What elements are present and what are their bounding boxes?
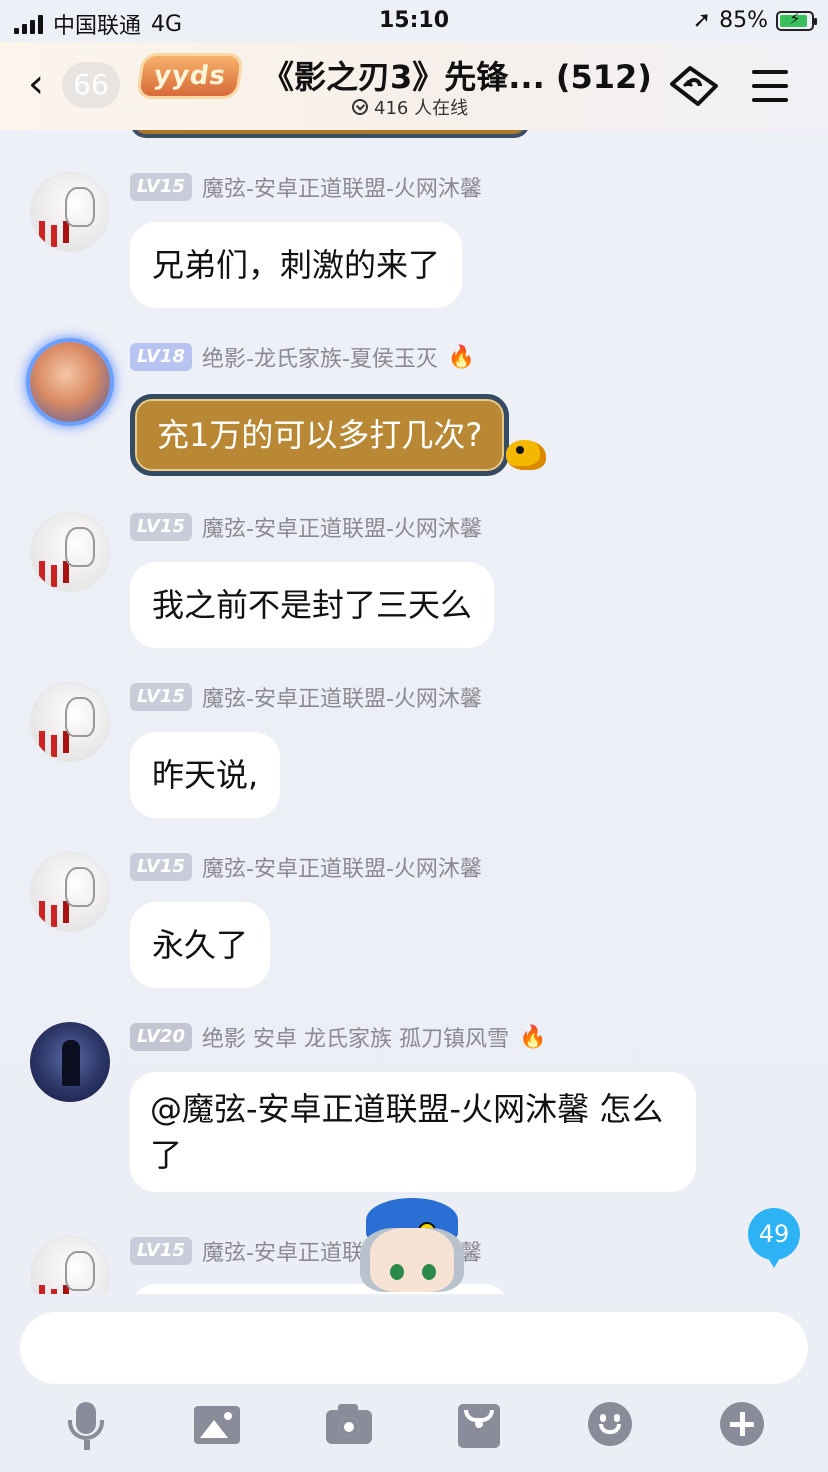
bird-sticker-icon	[506, 440, 546, 470]
avatar[interactable]	[30, 1022, 110, 1102]
avatar[interactable]	[30, 342, 110, 422]
sender-meta: LV15 魔弦-安卓正道联盟-火网沐馨	[130, 172, 482, 202]
message-bubble[interactable]: 兄弟们，刺激的来了	[130, 222, 463, 308]
camera-icon[interactable]	[324, 1398, 378, 1452]
sender-name[interactable]: 绝影-龙氏家族-夏侯玉灭	[202, 341, 438, 373]
avatar[interactable]	[30, 852, 110, 932]
red-packet-icon[interactable]	[454, 1398, 508, 1452]
sender-name[interactable]: 魔弦-安卓正道联盟-火网沐馨	[202, 851, 482, 883]
chat-header: ‹ 66 yyds 《影之刃3》先锋... (512) 416 人在线	[0, 42, 828, 130]
sender-name[interactable]: 绝影 安卓 龙氏家族 孤刀镇风雪	[202, 1021, 509, 1053]
partial-message-bubble	[130, 130, 530, 138]
message-bubble[interactable]: @魔弦-安卓正道联盟-火网沐馨 怎么了	[130, 1072, 696, 1192]
level-badge: LV15	[130, 683, 192, 711]
status-bar: 中国联通 4G 15:10 ➚ 85% ⚡	[0, 0, 828, 42]
avatar[interactable]	[30, 1236, 110, 1294]
online-count: 416 人在线	[352, 94, 468, 120]
online-check-icon	[352, 99, 368, 115]
avatar[interactable]	[30, 172, 110, 252]
battery-percent: 85%	[719, 8, 768, 33]
sender-meta: LV20 绝影 安卓 龙氏家族 孤刀镇风雪 🔥	[130, 1022, 546, 1052]
level-badge: LV15	[130, 1237, 192, 1265]
sender-meta: LV15 魔弦-安卓正道联盟-火网沐馨	[130, 512, 482, 542]
sender-meta: LV15 魔弦-安卓正道联盟-火网沐馨	[130, 682, 482, 712]
fire-icon: 🔥	[518, 1024, 547, 1050]
sender-name[interactable]: 魔弦-安卓正道联盟-火网沐馨	[202, 171, 482, 203]
message-bubble[interactable]: 我之前不是封了三天么	[130, 562, 495, 648]
message-list[interactable]: LV15 魔弦-安卓正道联盟-火网沐馨 兄弟们，刺激的来了 LV18 绝影-龙氏…	[0, 130, 828, 1294]
sender-name[interactable]: 魔弦-安卓正道联盟-火网沐馨	[202, 681, 482, 713]
input-toolbar	[0, 1398, 828, 1458]
group-badge: yyds	[139, 56, 241, 96]
emoji-icon[interactable]	[584, 1398, 638, 1452]
online-count-text: 416 人在线	[374, 98, 469, 119]
location-arrow-icon: ➚	[692, 8, 712, 33]
microphone-icon[interactable]	[60, 1398, 114, 1452]
level-badge: LV18	[130, 343, 192, 371]
level-badge: LV15	[130, 513, 192, 541]
sender-meta: LV18 绝影-龙氏家族-夏侯玉灭 🔥	[130, 342, 475, 372]
unread-count-badge[interactable]: 66	[62, 62, 120, 108]
battery-charging-icon: ⚡	[776, 9, 817, 31]
level-badge: LV15	[130, 853, 192, 881]
group-title[interactable]: 《影之刃3》先锋... (512)	[262, 52, 652, 98]
plus-icon[interactable]	[716, 1398, 770, 1452]
sender-name[interactable]: 魔弦-安卓正道联盟-火网沐馨	[202, 511, 482, 543]
avatar[interactable]	[30, 682, 110, 762]
level-badge: LV15	[130, 173, 192, 201]
hamburger-menu-icon[interactable]	[752, 70, 788, 102]
chevron-left-icon[interactable]: ‹	[28, 64, 44, 104]
ticket-swap-icon[interactable]	[668, 64, 720, 108]
sender-meta: LV15 魔弦-安卓正道联盟-火网沐馨	[130, 852, 482, 882]
fire-icon: 🔥	[447, 344, 476, 370]
message-bubble[interactable]: 昨天说,	[130, 732, 281, 818]
new-message-count-badge[interactable]: 49	[748, 1208, 800, 1268]
message-bubble[interactable]: 充1万的可以多打几次?	[130, 394, 510, 476]
message-input[interactable]	[20, 1312, 808, 1384]
message-bubble[interactable]: 永久了	[130, 902, 271, 988]
mascot-sticker-icon[interactable]	[356, 1198, 466, 1294]
level-badge: LV20	[130, 1023, 192, 1051]
image-icon[interactable]	[192, 1398, 246, 1452]
avatar[interactable]	[30, 512, 110, 592]
